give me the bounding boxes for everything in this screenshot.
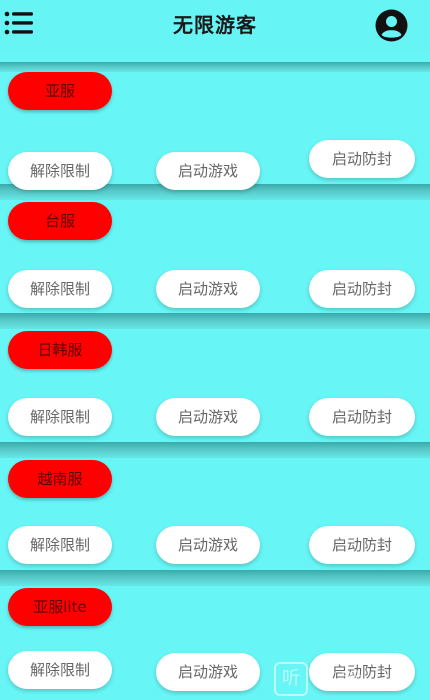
unlock-button[interactable]: 解除限制 xyxy=(8,398,112,436)
server-tag-vietnam[interactable]: 越南服 xyxy=(8,460,112,498)
unlock-button[interactable]: 解除限制 xyxy=(8,270,112,308)
section-divider xyxy=(0,570,430,586)
launch-game-button[interactable]: 启动游戏 xyxy=(156,270,260,308)
section-divider xyxy=(0,442,430,458)
anti-ban-button[interactable]: 启动防封 xyxy=(309,398,415,436)
section-divider xyxy=(0,313,430,329)
app-header: 无限游客 xyxy=(0,0,430,52)
server-tag-japan-korea[interactable]: 日韩服 xyxy=(8,331,112,369)
server-tag-taiwan[interactable]: 台服 xyxy=(8,202,112,240)
unlock-button[interactable]: 解除限制 xyxy=(8,651,112,689)
launch-game-button[interactable]: 启动游戏 xyxy=(156,526,260,564)
launch-game-button[interactable]: 启动游戏 xyxy=(156,398,260,436)
account-icon[interactable] xyxy=(375,9,408,42)
server-tag-asia[interactable]: 亚服 xyxy=(8,72,112,110)
unlock-button[interactable]: 解除限制 xyxy=(8,152,112,190)
unlock-button[interactable]: 解除限制 xyxy=(8,526,112,564)
watermark: 听 下载 xyxy=(274,662,424,696)
anti-ban-button[interactable]: 启动防封 xyxy=(309,140,415,178)
page-title: 无限游客 xyxy=(173,13,257,37)
watermark-text: 下载 xyxy=(314,670,367,695)
launch-game-button[interactable]: 启动游戏 xyxy=(156,152,260,190)
section-divider xyxy=(0,62,430,72)
watermark-logo-icon: 听 xyxy=(274,662,308,696)
server-tag-asia-lite[interactable]: 亚服lite xyxy=(8,588,112,626)
anti-ban-button[interactable]: 启动防封 xyxy=(309,270,415,308)
anti-ban-button[interactable]: 启动防封 xyxy=(309,526,415,564)
launch-game-button[interactable]: 启动游戏 xyxy=(156,653,260,691)
